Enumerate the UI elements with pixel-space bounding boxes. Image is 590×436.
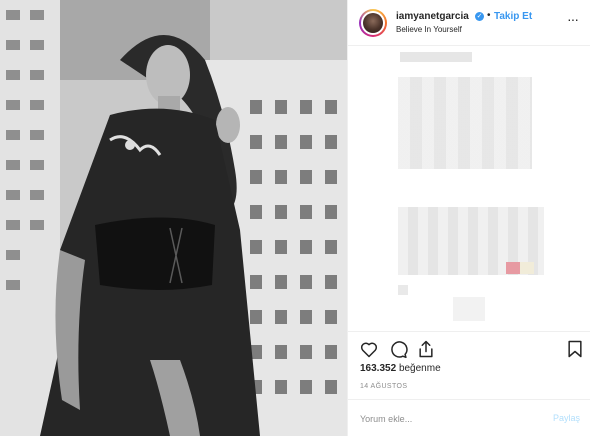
likes-label: beğenme bbox=[398, 363, 441, 374]
post-header: iamyanetgarcia ✓ • Takip Et Believe In Y… bbox=[348, 0, 590, 46]
post-subtitle: Believe In Yourself bbox=[396, 25, 462, 34]
blurred-content bbox=[506, 262, 520, 274]
comment-bar: Paylaş bbox=[348, 399, 590, 436]
comment-input[interactable] bbox=[360, 412, 530, 426]
post-comment-button[interactable]: Paylaş bbox=[553, 413, 580, 423]
bookmark-icon[interactable] bbox=[565, 339, 585, 359]
username-link[interactable]: iamyanetgarcia bbox=[396, 11, 469, 22]
post-actions: 163.352 beğenme 14 AĞUSTOS Paylaş bbox=[348, 331, 590, 436]
blurred-content bbox=[400, 52, 472, 62]
heart-icon[interactable] bbox=[359, 339, 379, 359]
likes-count[interactable]: 163.352 beğenme bbox=[360, 363, 441, 374]
blurred-content bbox=[398, 285, 408, 295]
comment-icon[interactable] bbox=[388, 339, 408, 359]
follow-button[interactable]: Takip Et bbox=[494, 11, 532, 22]
share-icon[interactable] bbox=[416, 339, 436, 359]
avatar[interactable] bbox=[359, 9, 387, 37]
post-photo[interactable] bbox=[0, 0, 347, 436]
blurred-content bbox=[398, 77, 532, 169]
more-options-icon[interactable]: ··· bbox=[567, 12, 579, 26]
blurred-content bbox=[520, 262, 534, 274]
post-date: 14 AĞUSTOS bbox=[360, 383, 408, 390]
separator-dot: • bbox=[487, 10, 491, 21]
verified-badge-icon: ✓ bbox=[475, 12, 484, 21]
likes-number: 163.352 bbox=[360, 363, 397, 374]
comments-area bbox=[348, 47, 590, 331]
blurred-content bbox=[453, 297, 485, 321]
post-side-panel: iamyanetgarcia ✓ • Takip Et Believe In Y… bbox=[347, 0, 590, 436]
portrait-photo bbox=[0, 0, 347, 436]
